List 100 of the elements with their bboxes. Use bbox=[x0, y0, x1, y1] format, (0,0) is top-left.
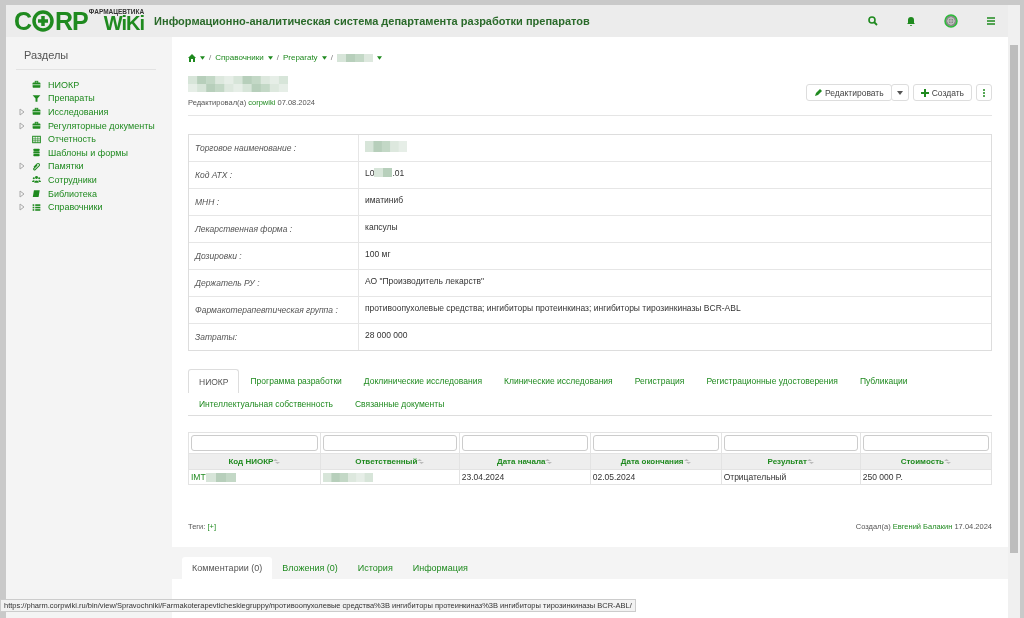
sidebar-item[interactable]: Справочники bbox=[48, 202, 103, 213]
tab[interactable]: Регистрационные удостоверения bbox=[695, 369, 849, 392]
table-icon bbox=[32, 134, 41, 144]
blurred-text bbox=[374, 168, 393, 177]
blurred-text bbox=[322, 472, 373, 482]
search-icon[interactable] bbox=[868, 16, 878, 26]
sort-icon[interactable] bbox=[273, 459, 281, 465]
dropdown-button[interactable] bbox=[890, 84, 909, 101]
expand-icon[interactable] bbox=[18, 189, 26, 198]
edit-button[interactable]: Редактировать bbox=[805, 84, 892, 101]
breadcrumb-link[interactable]: Preparaty bbox=[282, 53, 318, 62]
field-value: капсулы bbox=[365, 222, 398, 232]
book-icon bbox=[32, 189, 41, 199]
field-value: АО "Производитель лекарств" bbox=[365, 276, 485, 286]
field-value: 100 мг bbox=[365, 249, 391, 259]
field-label: Затраты: bbox=[189, 324, 359, 350]
caret-icon bbox=[896, 90, 903, 95]
tab[interactable]: Информация bbox=[402, 556, 478, 579]
dropdown-caret-icon bbox=[376, 55, 382, 60]
field-label: Лекарственная форма : bbox=[189, 216, 359, 242]
sort-icon[interactable] bbox=[545, 459, 553, 465]
sort-icon[interactable] bbox=[417, 459, 425, 465]
tab[interactable]: Вложения (0) bbox=[272, 556, 348, 579]
table-cell: 02.05.2024 bbox=[592, 472, 636, 482]
briefcase-icon bbox=[32, 121, 41, 131]
breadcrumb-separator: / bbox=[209, 53, 212, 62]
list-icon bbox=[32, 202, 41, 212]
scrollbar[interactable] bbox=[1008, 5, 1020, 618]
breadcrumb-separator: / bbox=[330, 53, 333, 62]
table-cell: 23.04.2024 bbox=[461, 472, 505, 482]
expand-icon[interactable] bbox=[18, 121, 26, 130]
tab[interactable]: Регистрация bbox=[623, 369, 696, 392]
sidebar-title: Разделы bbox=[16, 47, 156, 70]
filter-field[interactable] bbox=[862, 435, 989, 451]
sidebar-item[interactable]: Памятки bbox=[48, 161, 84, 172]
filter-icon bbox=[32, 93, 41, 103]
sort-icon[interactable] bbox=[683, 459, 691, 465]
sidebar-item[interactable]: Отчетность bbox=[48, 134, 96, 145]
sort-icon[interactable] bbox=[806, 459, 814, 465]
sidebar-item[interactable]: Препараты bbox=[48, 93, 95, 104]
blurred-text bbox=[365, 141, 407, 152]
dropdown-caret-icon bbox=[200, 55, 205, 60]
filter-field[interactable] bbox=[461, 435, 588, 451]
bell-icon[interactable] bbox=[906, 16, 916, 26]
field-label: Держатель РУ : bbox=[189, 270, 359, 296]
tab[interactable]: Связанные документы bbox=[344, 392, 456, 415]
more-button[interactable] bbox=[976, 84, 992, 101]
sidebar-item[interactable]: Исследования bbox=[48, 107, 109, 117]
tab[interactable]: НИОКР bbox=[188, 369, 240, 393]
briefcase-icon bbox=[32, 107, 41, 117]
filter-field[interactable] bbox=[592, 435, 719, 451]
sort-icon[interactable] bbox=[944, 459, 951, 465]
filter-field[interactable] bbox=[723, 435, 858, 451]
avatar[interactable] bbox=[944, 14, 958, 28]
sidebar-item[interactable]: Сотрудники bbox=[48, 174, 97, 185]
sidebar-item[interactable]: Регуляторные документы bbox=[48, 120, 155, 131]
table-cell: 250 000 P. bbox=[862, 472, 903, 482]
pencil-icon bbox=[813, 88, 822, 97]
field-value: иматиниб bbox=[365, 195, 404, 205]
tab[interactable]: Клинические исследования bbox=[493, 369, 624, 392]
column-header[interactable]: Код НИОКР bbox=[228, 457, 274, 466]
blurred-text bbox=[336, 53, 373, 62]
table-cell: Отрицательный bbox=[723, 472, 787, 482]
tab[interactable]: Публикации bbox=[848, 369, 919, 392]
tab[interactable]: История bbox=[347, 556, 403, 579]
expand-icon[interactable] bbox=[18, 162, 26, 171]
field-value: .01 bbox=[392, 168, 405, 178]
field-label: Торговое наименование : bbox=[189, 135, 359, 161]
field-value: противоопухолевые средства; ингибиторы протеинкиназ; ингибиторы тирозинкиназы BCR-ABL bbox=[365, 303, 741, 313]
expand-icon[interactable] bbox=[18, 203, 26, 212]
column-header[interactable]: Стоимость bbox=[900, 457, 944, 466]
plus-icon bbox=[920, 88, 929, 97]
tab[interactable]: Доклинические исследования bbox=[352, 369, 493, 392]
filter-field[interactable] bbox=[322, 435, 457, 451]
expand-icon[interactable] bbox=[18, 108, 26, 116]
tab[interactable]: Интеллектуальная собственность bbox=[188, 392, 344, 415]
filter-field[interactable] bbox=[191, 435, 318, 451]
breadcrumb-link[interactable]: Справочники bbox=[215, 53, 264, 62]
sidebar-item[interactable]: Шаблоны и формы bbox=[48, 147, 128, 158]
sidebar-item[interactable]: Библиотека bbox=[48, 188, 97, 199]
field-label: Код АТХ : bbox=[189, 162, 359, 188]
home-icon[interactable] bbox=[188, 53, 196, 62]
create-button[interactable]: Создать bbox=[912, 84, 972, 101]
tab[interactable]: Комментарии (0) bbox=[182, 556, 273, 579]
dropdown-caret-icon bbox=[267, 55, 273, 60]
briefcase-icon bbox=[32, 80, 41, 90]
column-header[interactable]: Результат bbox=[767, 457, 807, 466]
dropdown-caret-icon bbox=[321, 55, 327, 60]
users-icon bbox=[32, 175, 41, 185]
sidebar-item[interactable]: НИОКР bbox=[48, 79, 80, 90]
app-title: Информационно-аналитическая система департамента разработки препаратов bbox=[154, 15, 591, 27]
paperclip-icon bbox=[32, 161, 41, 171]
tab[interactable]: Программа разработки bbox=[239, 369, 353, 392]
field-value: L0 bbox=[365, 168, 375, 178]
field-label: Фармакотерапевтическая группа : bbox=[189, 297, 359, 323]
field-value: 28 000 000 bbox=[365, 330, 408, 340]
database-icon bbox=[32, 148, 41, 158]
field-label: Дозировки : bbox=[189, 243, 359, 269]
menu-icon[interactable] bbox=[986, 16, 996, 26]
table-cell[interactable]: IMT bbox=[191, 472, 206, 482]
